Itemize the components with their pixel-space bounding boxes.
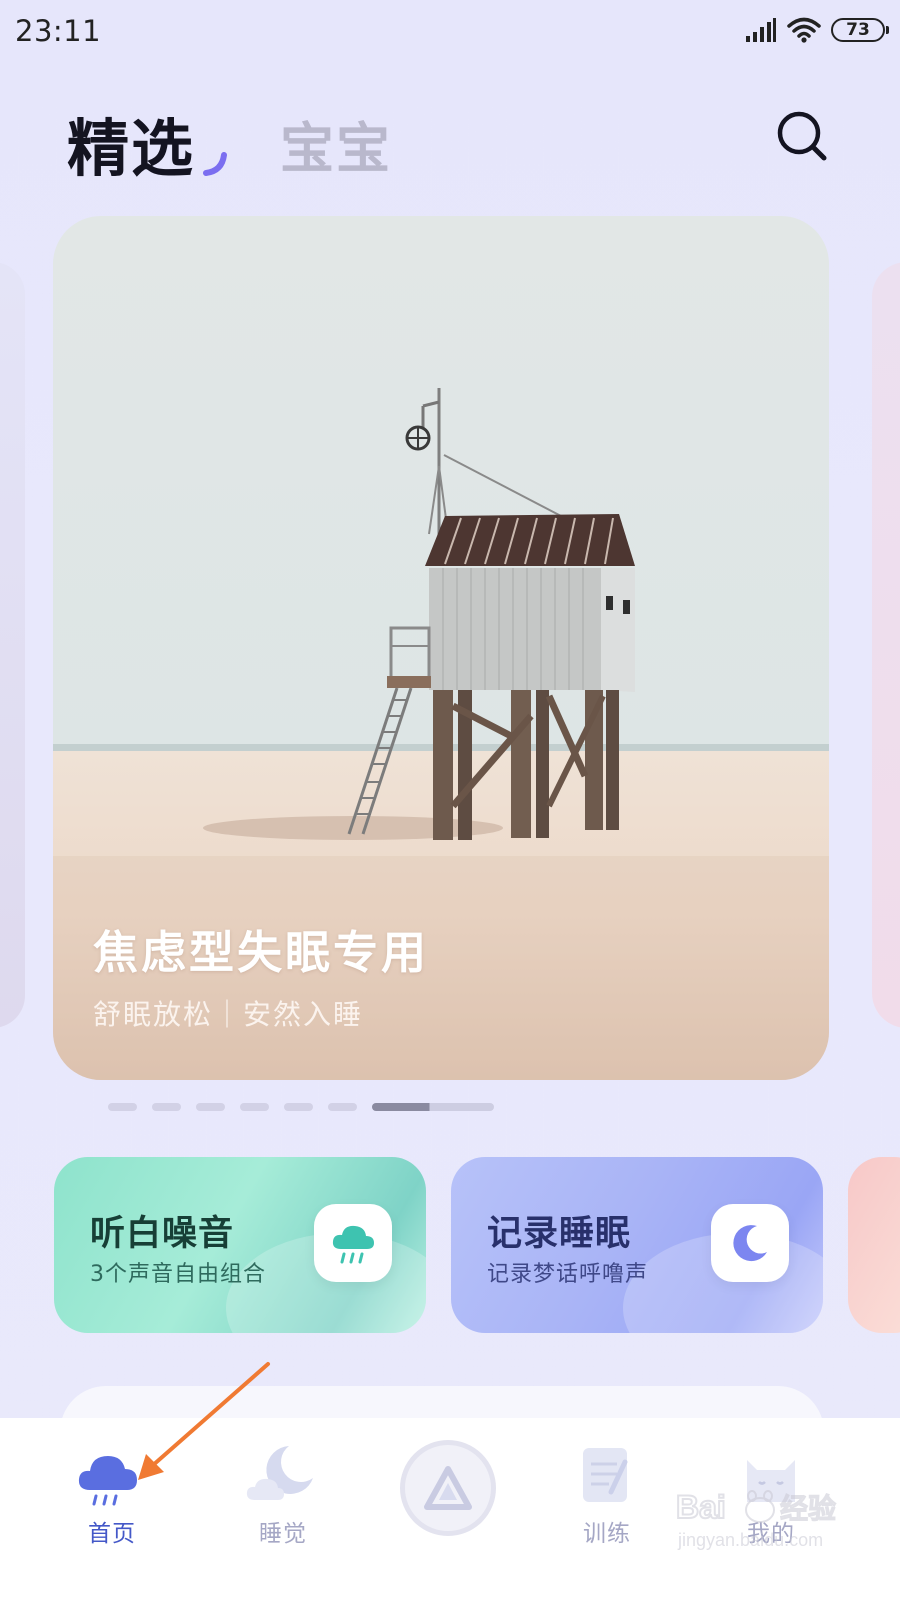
carousel-dot[interactable] — [240, 1103, 269, 1111]
nav-training-label: 训练 — [583, 1521, 631, 1547]
nav-home[interactable]: 首页 — [52, 1418, 172, 1600]
record-sleep-title: 记录睡眠 — [487, 1214, 632, 1254]
tab-baby[interactable]: 宝宝 — [280, 104, 392, 183]
search-icon — [777, 111, 827, 161]
white-noise-title: 听白噪音 — [90, 1214, 235, 1254]
baidu-watermark: Bai 经验 jingyan.baidu.com — [675, 1488, 866, 1558]
status-icons: 73 — [745, 14, 889, 46]
center-play-button[interactable] — [400, 1440, 496, 1536]
triangle-play-icon — [424, 1466, 472, 1510]
notebook-icon — [583, 1448, 628, 1502]
carousel-dot[interactable] — [196, 1103, 225, 1111]
next-feature-card[interactable] — [848, 1157, 900, 1333]
carousel-dot[interactable] — [108, 1103, 137, 1111]
carousel-indicator — [108, 1103, 494, 1111]
moon-icon — [733, 1225, 767, 1262]
status-bar: 23:11 73 — [0, 0, 900, 62]
search-button[interactable] — [774, 108, 830, 164]
wifi-icon — [787, 17, 821, 43]
carousel-next-card[interactable] — [872, 262, 900, 1028]
record-sleep-card[interactable]: 记录睡眠 记录梦话呼噜声 — [451, 1157, 823, 1333]
moon-cloud-icon — [246, 1446, 313, 1500]
white-noise-desc: 3个声音自由组合 — [90, 1262, 266, 1287]
tab-featured[interactable]: 精选 — [67, 98, 195, 188]
battery-level: 73 — [846, 20, 870, 40]
white-noise-card[interactable]: 听白噪音 3个声音自由组合 — [54, 1157, 426, 1333]
status-time: 23:11 — [15, 14, 102, 48]
svg-text:Bai: Bai — [676, 1489, 726, 1525]
carousel-dot[interactable] — [152, 1103, 181, 1111]
record-sleep-desc: 记录梦话呼噜声 — [487, 1262, 649, 1287]
carousel-dot[interactable] — [328, 1103, 357, 1111]
banner-title: 焦虑型失眠专用 — [93, 926, 430, 979]
banner-card[interactable]: 焦虑型失眠专用 舒眠放松｜安然入睡 — [53, 216, 829, 1080]
carousel-dot-active[interactable] — [372, 1103, 494, 1111]
nav-sleep-label: 睡觉 — [259, 1521, 307, 1547]
watermark-logo: Bai 经验 jingyan.baidu.com — [675, 1488, 837, 1550]
nav-sleep[interactable]: 睡觉 — [223, 1418, 343, 1600]
white-noise-icon-box — [314, 1204, 392, 1282]
carousel-prev-card[interactable] — [0, 262, 25, 1028]
battery-indicator: 73 — [831, 18, 889, 42]
svg-text:jingyan.baidu.com: jingyan.baidu.com — [677, 1530, 823, 1550]
svg-text:经验: 经验 — [780, 1492, 836, 1525]
rain-cloud-icon — [332, 1225, 374, 1264]
carousel-dot[interactable] — [284, 1103, 313, 1111]
record-sleep-icon-box — [711, 1204, 789, 1282]
active-tab-indicator — [203, 152, 227, 176]
signal-icon — [746, 18, 776, 42]
banner-subtitle: 舒眠放松｜安然入睡 — [93, 998, 364, 1031]
nav-home-label: 首页 — [88, 1521, 136, 1547]
rain-cloud-icon — [78, 1456, 137, 1506]
nav-training[interactable]: 训练 — [547, 1418, 667, 1600]
